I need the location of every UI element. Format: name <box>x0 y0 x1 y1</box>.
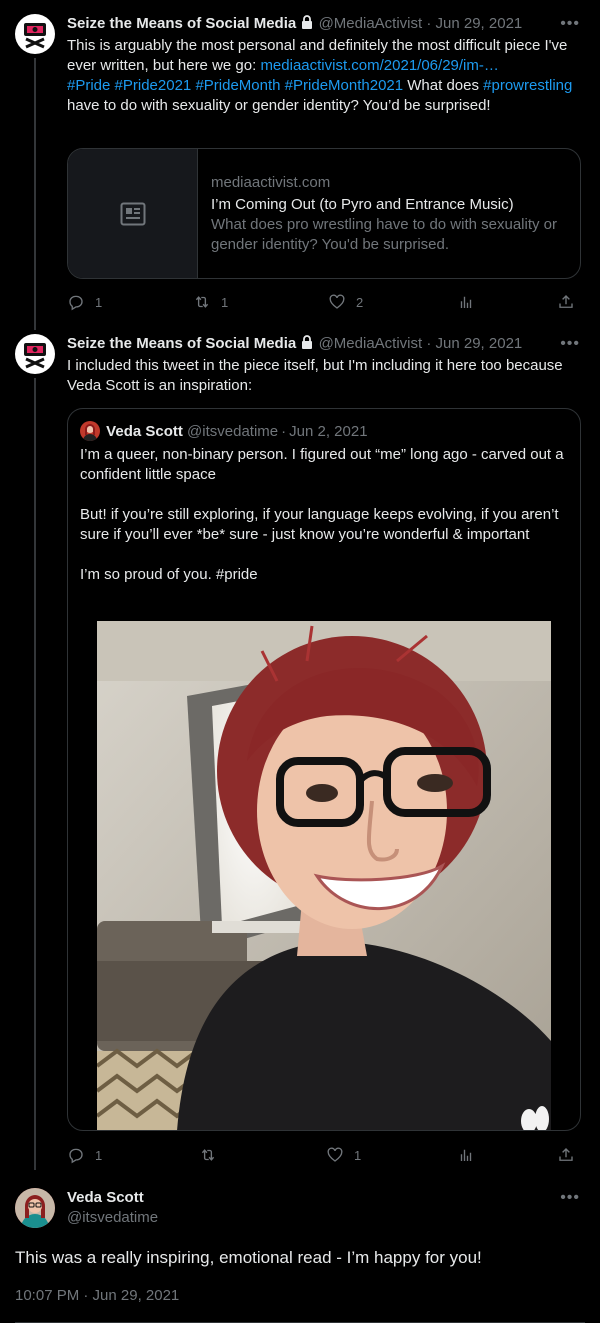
text-segment: What does <box>403 77 484 94</box>
card-thumbnail <box>68 149 198 278</box>
author-name[interactable]: Seize the Means of Social Media <box>67 15 296 32</box>
reply-count: 1 <box>95 294 103 310</box>
lock-icon <box>300 15 314 36</box>
quote-paragraph: I’m a queer, non-binary person. I figure… <box>80 446 564 483</box>
thread-line <box>34 378 36 1170</box>
like-count: 2 <box>356 294 364 310</box>
article-icon <box>120 202 145 225</box>
separator-dot: · <box>281 423 287 440</box>
retweet-count: 1 <box>221 294 229 310</box>
quoted-tweet[interactable]: Veda Scott @itsvedatime · Jun 2, 2021 I’m … <box>67 408 581 1131</box>
tweet-text: This was a really inspiring, emotional r… <box>15 1248 482 1267</box>
retweet-button[interactable] <box>199 1145 227 1165</box>
hashtag[interactable]: #Pride2021 <box>115 77 192 94</box>
hashtag[interactable]: #prowrestling <box>483 77 572 94</box>
share-button[interactable] <box>557 1145 575 1165</box>
more-icon[interactable]: ••• <box>560 16 580 32</box>
text-segment: have to do with sexuality or gender iden… <box>67 97 491 114</box>
card-description: What does pro wrestling have to do with … <box>211 216 558 253</box>
reply-button[interactable]: 1 <box>67 292 102 312</box>
author-name[interactable]: Seize the Means of Social Media <box>67 335 296 352</box>
lock-icon <box>300 335 314 356</box>
hashtag[interactable]: #Pride <box>67 77 110 94</box>
link-card[interactable]: mediaactivist.com I’m Coming Out (to Pyr… <box>67 148 581 279</box>
media-activist-logo-icon <box>24 343 46 369</box>
hashtag[interactable]: #PrideMonth <box>195 77 280 94</box>
like-button[interactable]: 2 <box>328 292 363 312</box>
analytics-button[interactable] <box>457 1145 475 1165</box>
author-handle[interactable]: @MediaActivist <box>319 15 423 32</box>
article-link[interactable]: mediaactivist.com/2021/06/29/im-… <box>260 57 498 74</box>
share-button[interactable] <box>557 292 575 312</box>
quote-header: Veda Scott @itsvedatime · Jun 2, 2021 <box>80 421 368 443</box>
tweet-date[interactable]: Jun 29, 2021 <box>436 335 523 352</box>
analytics-icon <box>460 296 472 308</box>
separator-dot: · <box>426 335 432 352</box>
retweet-button[interactable]: 1 <box>193 292 228 312</box>
avatar[interactable] <box>15 334 55 374</box>
text-segment: I’m so proud of you. <box>80 566 216 583</box>
hashtag[interactable]: #pride <box>216 566 258 583</box>
share-icon <box>559 1148 573 1161</box>
like-button[interactable]: 1 <box>326 1145 361 1165</box>
tweet-2[interactable]: Seize the Means of Social Media @MediaAc… <box>0 330 600 1170</box>
tweet-text: This is arguably the most personal and d… <box>67 36 585 116</box>
avatar[interactable] <box>80 421 100 441</box>
author-handle[interactable]: @itsvedatime <box>67 1208 158 1228</box>
card-domain: mediaactivist.com <box>211 174 331 191</box>
focused-tweet[interactable]: Veda Scott @itsvedatime ••• This was a r… <box>0 1170 600 1323</box>
tweet-1[interactable]: Seize the Means of Social Media @MediaAc… <box>0 0 600 330</box>
more-icon[interactable]: ••• <box>560 1190 580 1206</box>
author-handle[interactable]: @MediaActivist <box>319 335 423 352</box>
tweet-header: Seize the Means of Social Media @MediaAc… <box>67 14 585 34</box>
more-icon[interactable]: ••• <box>560 336 580 352</box>
card-title: I’m Coming Out (to Pyro and Entrance Mus… <box>211 196 514 213</box>
reply-icon <box>69 1148 83 1164</box>
tweet-header: Seize the Means of Social Media @MediaAc… <box>67 334 585 354</box>
analytics-button[interactable] <box>457 292 475 312</box>
retweet-icon <box>195 296 209 308</box>
hashtag[interactable]: #PrideMonth2021 <box>285 77 403 94</box>
thread-line <box>34 58 36 330</box>
reply-button[interactable]: 1 <box>67 1145 102 1165</box>
action-bar: 1 1 2 <box>67 292 587 312</box>
quote-photo[interactable] <box>97 621 551 1130</box>
quote-author-handle[interactable]: @itsvedatime <box>187 423 278 440</box>
quote-text: I’m a queer, non-binary person. I figure… <box>80 445 572 585</box>
tweet-text: I included this tweet in the piece itsel… <box>67 357 563 394</box>
quote-paragraph: I’m so proud of you. #pride <box>80 565 572 585</box>
like-count: 1 <box>354 1147 362 1163</box>
heart-icon <box>329 294 345 309</box>
media-activist-logo-icon <box>24 23 46 49</box>
quote-date[interactable]: Jun 2, 2021 <box>289 423 367 440</box>
heart-icon <box>327 1147 343 1162</box>
tweet-timestamp[interactable]: 10:07 PM · Jun 29, 2021 <box>15 1286 179 1306</box>
avatar[interactable] <box>15 1188 55 1228</box>
quote-paragraph: But! if you’re still exploring, if your … <box>80 506 559 543</box>
author-name[interactable]: Veda Scott <box>67 1188 158 1208</box>
quote-author-name[interactable]: Veda Scott <box>106 423 183 440</box>
separator-dot: · <box>426 15 432 32</box>
reply-icon <box>69 295 83 311</box>
avatar[interactable] <box>15 14 55 54</box>
reply-count: 1 <box>95 1147 103 1163</box>
action-bar: 1 1 <box>67 1145 587 1165</box>
share-icon <box>559 295 573 308</box>
tweet-date[interactable]: Jun 29, 2021 <box>436 15 523 32</box>
analytics-icon <box>460 1149 472 1161</box>
selfie-photo-image <box>97 621 551 1130</box>
retweet-icon <box>201 1149 215 1161</box>
